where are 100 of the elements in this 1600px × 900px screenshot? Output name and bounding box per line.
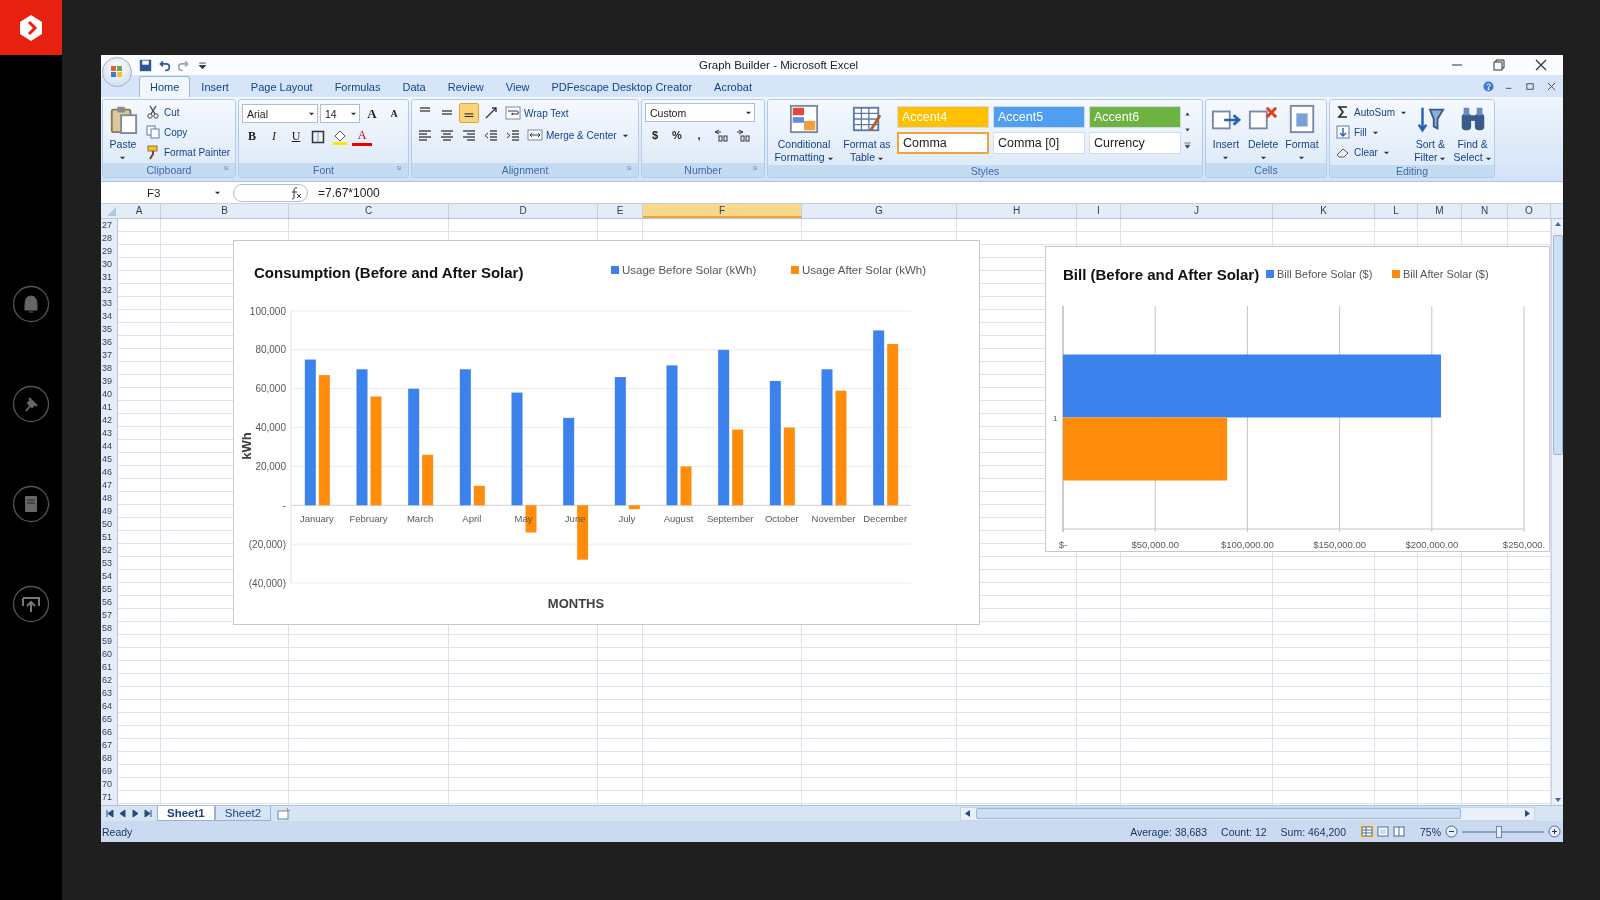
row-header[interactable]: 63 — [101, 687, 117, 700]
ribbon-tab[interactable]: Page Layout — [239, 76, 324, 97]
formula-field[interactable]: =7.67*1000 — [318, 185, 380, 200]
paste-button[interactable]: Paste — [106, 103, 140, 162]
grow-font-button[interactable]: A — [362, 103, 382, 124]
cell-style-swatch[interactable]: Comma [0] — [993, 132, 1085, 154]
restore-icon[interactable] — [1525, 81, 1536, 92]
chart-panel[interactable] — [233, 240, 980, 625]
row-header[interactable]: 62 — [101, 674, 117, 687]
clear-button[interactable]: Clear — [1333, 143, 1410, 161]
row-header[interactable]: 44 — [101, 440, 117, 453]
row-header[interactable]: 55 — [101, 583, 117, 596]
row-header[interactable]: 67 — [101, 739, 117, 752]
row-header[interactable]: 36 — [101, 336, 117, 349]
font-color-button[interactable]: A — [352, 127, 372, 146]
column-header[interactable]: O — [1508, 204, 1551, 218]
normal-view-icon[interactable] — [1360, 825, 1374, 838]
row-header[interactable]: 46 — [101, 466, 117, 479]
row-header[interactable]: 31 — [101, 271, 117, 284]
column-header[interactable]: C — [289, 204, 449, 218]
page-break-view-icon[interactable] — [1392, 825, 1406, 838]
row-header[interactable]: 42 — [101, 414, 117, 427]
cell-style-swatch[interactable]: Currency — [1089, 132, 1181, 154]
insert-sheet-icon[interactable] — [277, 807, 292, 820]
redo-icon[interactable] — [177, 58, 190, 72]
row-header[interactable]: 33 — [101, 297, 117, 310]
bar[interactable] — [614, 377, 626, 506]
bar[interactable] — [1063, 354, 1441, 418]
wrap-text-button[interactable]: Wrap Text — [503, 104, 571, 122]
bar[interactable] — [873, 330, 885, 506]
row-header[interactable]: 41 — [101, 401, 117, 414]
ribbon-tab[interactable]: Formulas — [323, 76, 392, 97]
currency-button[interactable]: $ — [645, 124, 665, 145]
column-header[interactable]: I — [1077, 204, 1121, 218]
close-icon[interactable] — [1546, 81, 1557, 92]
zoom-out-icon[interactable] — [1445, 825, 1458, 838]
bar[interactable] — [422, 454, 434, 506]
delete-button[interactable]: Delete — [1246, 103, 1281, 162]
row-header[interactable]: 51 — [101, 531, 117, 544]
row-header[interactable]: 28 — [101, 232, 117, 245]
help-icon[interactable] — [1483, 81, 1494, 92]
column-header[interactable]: N — [1462, 204, 1508, 218]
row-header[interactable]: 54 — [101, 570, 117, 583]
bold-button[interactable]: B — [242, 126, 262, 147]
row-header[interactable]: 60 — [101, 648, 117, 661]
bar[interactable] — [356, 369, 368, 506]
row-header[interactable]: 65 — [101, 713, 117, 726]
column-header[interactable]: L — [1375, 204, 1418, 218]
merge-center-button[interactable]: Merge & Center — [525, 126, 631, 144]
last-sheet-icon[interactable] — [144, 809, 153, 818]
previous-sheet-icon[interactable] — [118, 809, 127, 818]
font-field[interactable]: Arial — [242, 104, 318, 123]
conditional-formatting-button[interactable]: Conditional Formatting — [771, 103, 837, 165]
align-bottom-icon[interactable] — [459, 103, 479, 123]
column-header[interactable]: J — [1121, 204, 1273, 218]
row-header[interactable]: 37 — [101, 349, 117, 362]
next-sheet-icon[interactable] — [131, 809, 140, 818]
column-header[interactable]: G — [802, 204, 957, 218]
shrink-font-button[interactable]: A — [384, 103, 404, 124]
bar[interactable] — [628, 505, 640, 510]
bar[interactable] — [563, 417, 575, 506]
ribbon-tab[interactable]: Acrobat — [703, 76, 763, 97]
ribbon-tab[interactable]: Review — [436, 76, 495, 97]
find-select-button[interactable]: Find & Select — [1451, 103, 1494, 165]
scroll-thumb[interactable] — [976, 808, 1461, 819]
sheet-tab[interactable]: Sheet2 — [214, 806, 272, 821]
page-layout-view-icon[interactable] — [1376, 825, 1390, 838]
ribbon-tab[interactable]: Home — [139, 76, 191, 97]
name-box[interactable]: F3 — [101, 183, 225, 202]
column-header[interactable]: A — [118, 204, 161, 218]
row-header[interactable]: 40 — [101, 388, 117, 401]
row-header[interactable]: 71 — [101, 791, 117, 804]
row-header[interactable]: 50 — [101, 518, 117, 531]
app-logo[interactable] — [0, 0, 62, 55]
scroll-right-icon[interactable] — [1523, 809, 1532, 818]
ribbon-tab[interactable]: Data — [391, 76, 437, 97]
row-header[interactable]: 39 — [101, 375, 117, 388]
row-header[interactable]: 45 — [101, 453, 117, 466]
row-header[interactable]: 69 — [101, 765, 117, 778]
undo-icon[interactable] — [158, 58, 171, 72]
pushpin-icon[interactable] — [12, 385, 50, 423]
row-header[interactable]: 61 — [101, 661, 117, 674]
upload-icon[interactable] — [12, 585, 50, 623]
slider-thumb[interactable] — [1495, 825, 1502, 838]
scroll-left-icon[interactable] — [963, 809, 972, 818]
autosum-button[interactable]: AutoSum — [1333, 103, 1410, 121]
row-header[interactable]: 68 — [101, 752, 117, 765]
bar[interactable] — [473, 485, 485, 506]
zoom-in-icon[interactable] — [1548, 825, 1561, 838]
format-button[interactable]: Format — [1283, 103, 1321, 162]
zoom-level[interactable]: 75% — [1420, 825, 1441, 838]
row-header[interactable]: 58 — [101, 622, 117, 635]
bar[interactable] — [718, 349, 730, 506]
comma-style-button[interactable]: , — [689, 124, 709, 145]
italic-button[interactable]: I — [264, 126, 284, 147]
row-header[interactable]: 43 — [101, 427, 117, 440]
row-header[interactable]: 30 — [101, 258, 117, 271]
insert-button[interactable]: Insert — [1209, 103, 1243, 162]
row-header[interactable]: 52 — [101, 544, 117, 557]
bell-icon[interactable] — [12, 285, 50, 323]
